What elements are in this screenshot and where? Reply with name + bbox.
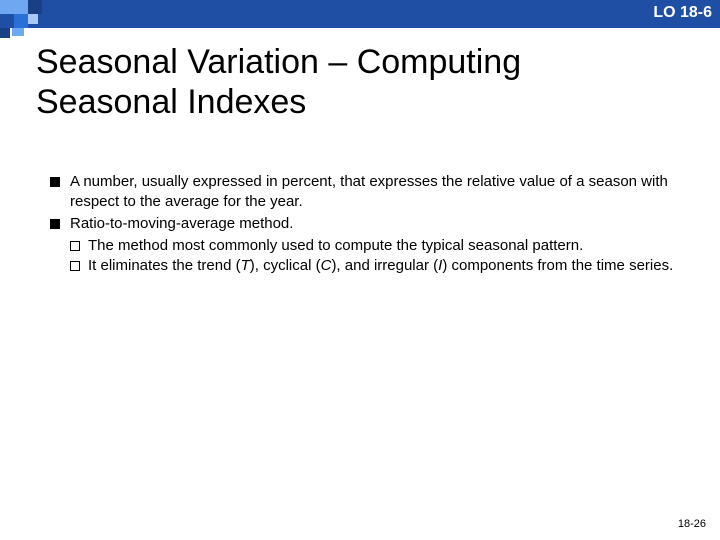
top-bar: LO 18-6: [0, 0, 720, 28]
bullet-outline-square-icon: [70, 261, 80, 271]
bullet-2: Ratio-to-moving-average method.: [50, 214, 680, 234]
pixel-decoration: [0, 0, 90, 40]
title-line-1: Seasonal Variation – Computing: [36, 43, 521, 81]
content-area: A number, usually expressed in percent, …: [50, 172, 680, 276]
bullet-outline-square-icon: [70, 241, 80, 251]
bullet-square-icon: [50, 177, 60, 187]
subbullet-1-text: The method most commonly used to compute…: [88, 236, 680, 256]
bullet-square-icon: [50, 219, 60, 229]
page-number: 18-26: [678, 518, 706, 530]
bullet-1-text: A number, usually expressed in percent, …: [70, 172, 680, 212]
slide-title: Seasonal Variation – Computing Seasonal …: [36, 42, 521, 122]
bullet-2-text: Ratio-to-moving-average method.: [70, 214, 680, 234]
bullet-1: A number, usually expressed in percent, …: [50, 172, 680, 212]
subbullet-2: It eliminates the trend (T), cyclical (C…: [70, 256, 680, 276]
lo-label: LO 18-6: [653, 4, 712, 22]
subbullet-1: The method most commonly used to compute…: [70, 236, 680, 256]
title-line-2: Seasonal Indexes: [36, 83, 306, 121]
subbullet-2-text: It eliminates the trend (T), cyclical (C…: [88, 256, 680, 276]
